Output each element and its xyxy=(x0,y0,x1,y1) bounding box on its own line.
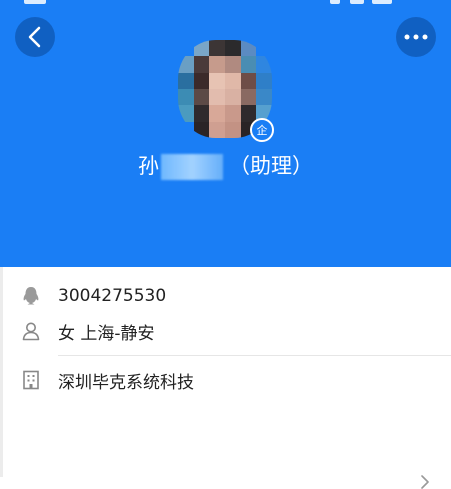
profile-header: 企 孙 （助理） xyxy=(0,0,451,267)
gender-location: 女 上海-静安 xyxy=(58,323,155,344)
qq-row[interactable]: 3004275530 xyxy=(0,285,451,307)
building-icon xyxy=(20,369,42,391)
chevron-left-icon xyxy=(28,26,41,48)
qq-penguin-icon xyxy=(20,285,42,307)
back-button[interactable] xyxy=(15,17,55,57)
name-redacted xyxy=(161,154,223,180)
divider xyxy=(58,355,451,356)
chevron-right-icon xyxy=(421,475,429,489)
person-icon xyxy=(20,320,42,342)
company-name: 深圳毕克系统科技 xyxy=(58,372,194,393)
more-button[interactable] xyxy=(396,17,436,57)
status-bar xyxy=(0,0,451,6)
avatar[interactable]: 企 xyxy=(178,40,274,142)
enterprise-badge: 企 xyxy=(250,118,274,142)
name-first-char: 孙 xyxy=(138,154,159,178)
role-label: （助理） xyxy=(229,154,313,178)
profile-name: 孙 （助理） xyxy=(0,150,451,180)
gender-location-row: 女 上海-静安 xyxy=(0,320,451,344)
more-dots-icon xyxy=(404,34,428,40)
company-row[interactable]: 深圳毕克系统科技 xyxy=(0,369,451,489)
qq-number: 3004275530 xyxy=(58,286,167,306)
